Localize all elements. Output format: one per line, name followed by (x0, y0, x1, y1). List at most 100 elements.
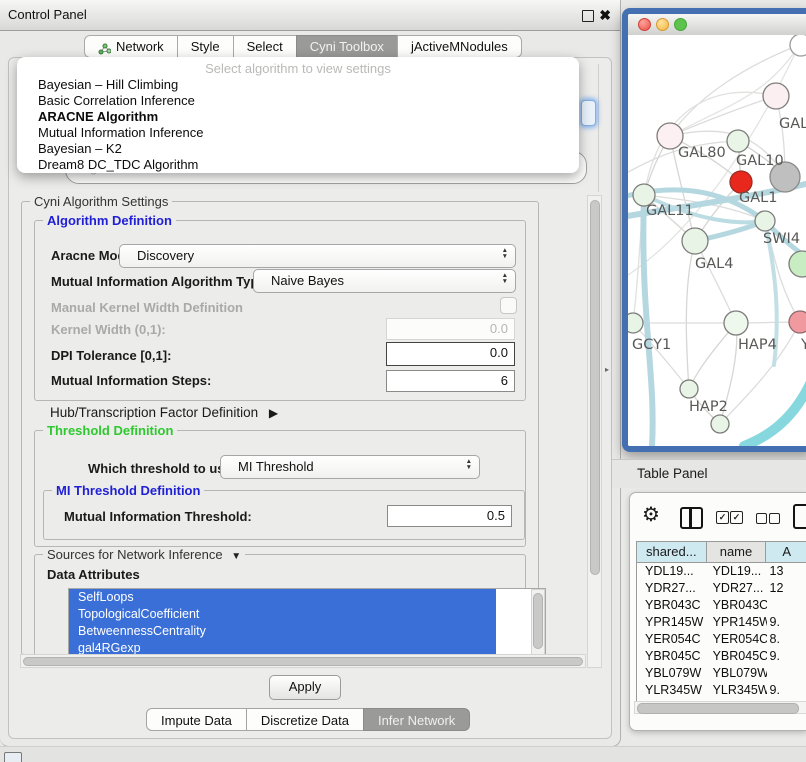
attribute-item-betweennesscentrality[interactable]: BetweennessCentrality (69, 623, 496, 640)
list-scrollbar[interactable] (531, 589, 545, 657)
minimize-traffic-light[interactable] (656, 18, 669, 31)
mi-threshold-field[interactable]: 0.5 (387, 505, 512, 527)
network-node[interactable] (789, 251, 806, 277)
apply-button[interactable]: Apply (269, 675, 341, 700)
table-row[interactable]: YBR045CYBR045C9. (637, 648, 806, 665)
data-attributes-list[interactable]: SelfLoopsTopologicalCoefficientBetweenne… (68, 588, 546, 658)
network-node[interactable] (628, 313, 643, 333)
table-row[interactable]: YBL079WYBL079W (637, 665, 806, 682)
settings-hscroll-thumb[interactable] (23, 657, 583, 666)
cyni-settings-group-title: Cyni Algorithm Settings (30, 194, 172, 209)
table-cell: 9. (767, 648, 806, 665)
tab-impute-data[interactable]: Impute Data (146, 708, 246, 731)
algorithm-definition-title: Algorithm Definition (43, 213, 176, 228)
table-row[interactable]: YDR27...YDR27...12 (637, 580, 806, 597)
settings-horizontal-scrollbar[interactable] (20, 654, 586, 668)
tab-select[interactable]: Select (233, 35, 296, 58)
column-header-name[interactable]: name (707, 542, 767, 563)
columns-icon[interactable] (680, 507, 703, 529)
control-panel-titlebar: Control Panel ✖ (0, 0, 620, 31)
zoom-traffic-light[interactable] (674, 18, 687, 31)
close-traffic-light[interactable] (638, 18, 651, 31)
mi-type-label: Mutual Information Algorithm Type: (51, 274, 270, 289)
network-canvas[interactable]: GALGAL80GAL10GAL1GAL11SWI4GAL4GCY1HAP4YH… (628, 35, 806, 447)
tab-network[interactable]: Network (84, 35, 177, 58)
minimized-window-icon[interactable] (4, 752, 22, 762)
network-node[interactable] (790, 35, 806, 56)
column-header-a[interactable]: A (766, 542, 806, 563)
table-row[interactable]: YLR345WYLR345W9. (637, 682, 806, 699)
table-window: ⚙ ✓ ✓ shared...nameA YDL19...YDL19...13Y… (629, 492, 806, 731)
divider-collapse-icon[interactable]: ▸ (605, 365, 609, 374)
partial-toolbar-icon[interactable] (793, 504, 806, 529)
close-icon[interactable]: ✖ (599, 7, 611, 23)
tab-infer-network[interactable]: Infer Network (363, 708, 470, 731)
network-node[interactable] (680, 380, 698, 398)
network-node[interactable] (763, 83, 789, 109)
attribute-item-selfloops[interactable]: SelfLoops (69, 589, 496, 606)
table-body: YDL19...YDL19...13YDR27...YDR27...12YBR0… (637, 563, 806, 703)
dpi-tolerance-field[interactable]: 0.0 (386, 342, 515, 366)
dropdown-items: Bayesian – Hill ClimbingBasic Correlatio… (17, 77, 579, 173)
table-cell: 9. (767, 682, 806, 699)
list-scrollbar-thumb[interactable] (533, 593, 543, 649)
table-panel-header: Table Panel (612, 459, 806, 488)
deselect-all-checkbox-icon[interactable] (756, 513, 767, 524)
dropdown-item-basic-correlation-inference[interactable]: Basic Correlation Inference (17, 93, 579, 109)
focused-combo-button[interactable] (581, 100, 596, 126)
aracne-mode-combobox[interactable]: Discovery ▲▼ (119, 244, 516, 268)
tab-discretize-data[interactable]: Discretize Data (246, 708, 363, 731)
network-node[interactable] (711, 415, 729, 433)
table-cell: 12 (767, 580, 806, 597)
select-all-checkbox-icon[interactable]: ✓ (716, 511, 729, 524)
table-row[interactable]: YPR145WYPR145W9. (637, 614, 806, 631)
network-node[interactable] (789, 311, 806, 333)
which-threshold-combobox[interactable]: MI Threshold ▲▼ (220, 455, 480, 479)
tab-cyni-toolbox[interactable]: Cyni Toolbox (296, 35, 397, 58)
manual-kernel-label: Manual Kernel Width Definition (51, 300, 243, 315)
network-node[interactable] (724, 311, 748, 335)
table-row[interactable]: YBR043CYBR043C (637, 597, 806, 614)
table-cell: YBL079W (637, 665, 707, 682)
sources-group-title[interactable]: Sources for Network Inference ▼ (43, 547, 245, 562)
float-window-icon[interactable] (582, 10, 594, 22)
settings-vertical-scrollbar[interactable] (587, 195, 602, 668)
network-node[interactable] (755, 211, 775, 231)
column-header-shared[interactable]: shared... (637, 542, 707, 563)
stepper-arrows-icon: ▲▼ (466, 459, 472, 470)
mi-type-combobox[interactable]: Naive Bayes ▲▼ (253, 269, 516, 293)
network-graph: GALGAL80GAL10GAL1GAL11SWI4GAL4GCY1HAP4YH… (628, 35, 806, 447)
which-threshold-label: Which threshold to use: (88, 461, 236, 476)
network-window[interactable]: GALGAL80GAL10GAL1GAL11SWI4GAL4GCY1HAP4YH… (622, 8, 806, 452)
table-cell: YBR045C (707, 648, 767, 665)
table-cell: YDR27... (707, 580, 767, 597)
attribute-item-topologicalcoefficient[interactable]: TopologicalCoefficient (69, 606, 496, 623)
manual-kernel-checkbox[interactable] (500, 297, 517, 314)
dropdown-item-aracne-algorithm[interactable]: ARACNE Algorithm (17, 109, 579, 125)
tab-style[interactable]: Style (177, 35, 233, 58)
node-table: shared...nameA YDL19...YDL19...13YDR27..… (636, 541, 806, 707)
kernel-width-field[interactable]: 0.0 (386, 318, 515, 340)
network-node[interactable] (682, 228, 708, 254)
table-cell: YDR27... (637, 580, 707, 597)
settings-vscroll-thumb[interactable] (590, 200, 600, 575)
mi-steps-label: Mutual Information Steps: (51, 373, 211, 388)
gear-icon[interactable]: ⚙ (642, 504, 660, 526)
table-row[interactable]: YDL19...YDL19...13 (637, 563, 806, 580)
tab-jactivemnodules[interactable]: jActiveMNodules (397, 35, 522, 58)
dropdown-item-mutual-information-inference[interactable]: Mutual Information Inference (17, 125, 579, 141)
table-row[interactable]: YER054CYER054C8. (637, 631, 806, 648)
dropdown-item-dream8-dc-tdc-algorithm[interactable]: Dream8 DC_TDC Algorithm (17, 157, 579, 173)
network-node[interactable] (727, 130, 749, 152)
table-horizontal-scrollbar[interactable] (634, 701, 806, 714)
dropdown-item-bayesian-k2[interactable]: Bayesian – K2 (17, 141, 579, 157)
mi-steps-value: 6 (387, 371, 514, 391)
dpi-tolerance-label: DPI Tolerance [0,1]: (51, 348, 171, 363)
dropdown-item-bayesian-hill-climbing[interactable]: Bayesian – Hill Climbing (17, 77, 579, 93)
network-window-titlebar[interactable] (628, 14, 806, 36)
mi-steps-field[interactable]: 6 (386, 370, 515, 392)
node-label-gal80: GAL80 (678, 145, 726, 161)
mi-threshold-value: 0.5 (388, 506, 511, 526)
table-hscroll-thumb[interactable] (637, 703, 799, 714)
hub-definition-toggle[interactable]: Hub/Transcription Factor Definition ▶ (50, 405, 278, 420)
